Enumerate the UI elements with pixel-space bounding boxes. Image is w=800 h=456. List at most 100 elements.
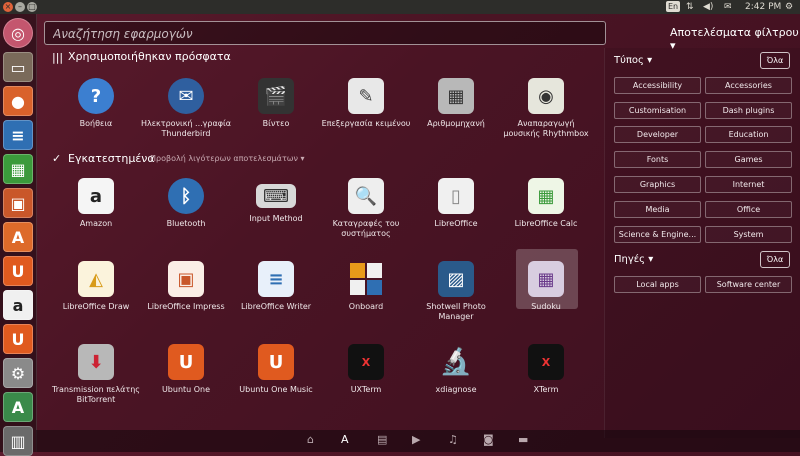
uxterm-icon: X	[348, 344, 384, 380]
impress-icon: ▣	[168, 261, 204, 297]
installed-section-title: Εγκατεστημένα	[68, 152, 155, 165]
installed-section-icon: ✓	[52, 152, 62, 165]
recent-section-title: Χρησιμοποιήθηκαν πρόσφατα	[68, 50, 231, 63]
onboard-icon	[348, 261, 384, 297]
firefox-icon[interactable]: ●	[3, 86, 33, 116]
volume-icon[interactable]: ◀)	[703, 1, 713, 13]
app-amazon[interactable]: a Amazon	[50, 178, 142, 229]
filter-science[interactable]: Science & Engine...	[614, 226, 701, 243]
files-lens-icon[interactable]: ▤	[377, 433, 387, 446]
calculator-icon: ▦	[438, 78, 474, 114]
filter-media[interactable]: Media	[614, 201, 701, 218]
home-lens-icon[interactable]: ⌂	[307, 433, 314, 446]
help-icon: ?	[78, 78, 114, 114]
app-transmission[interactable]: ⬇ Transmission πελάτης BitTorrent	[50, 344, 142, 405]
rhythmbox-icon: ◉	[528, 78, 564, 114]
filter-type-all-button[interactable]: Όλα	[760, 52, 790, 69]
libreoffice-icon: ▯	[438, 178, 474, 214]
filter-system[interactable]: System	[705, 226, 792, 243]
app-xdiagnose[interactable]: 🔬 xdiagnose	[410, 344, 502, 395]
filter-accessibility[interactable]: Accessibility	[614, 77, 701, 94]
app-text-editor[interactable]: ✎ Επεξεργασία κειμένου	[320, 78, 412, 129]
filter-graphics[interactable]: Graphics	[614, 176, 701, 193]
app-video[interactable]: 🎬 Βίντεο	[230, 78, 322, 129]
network-icon[interactable]: ⇅	[686, 1, 694, 13]
software-center-icon[interactable]: A	[3, 222, 33, 252]
filter-education[interactable]: Education	[705, 126, 792, 143]
apps-lens-icon[interactable]: A	[341, 433, 349, 446]
filter-office[interactable]: Office	[705, 201, 792, 218]
filter-type-title[interactable]: Τύπος ▾	[614, 55, 652, 66]
filter-games[interactable]: Games	[705, 151, 792, 168]
app-xterm[interactable]: X XTerm	[500, 344, 592, 395]
minimize-icon[interactable]: –	[15, 2, 25, 12]
app-help[interactable]: ? Βοήθεια	[50, 78, 142, 129]
keyboard-icon: ⌨	[256, 184, 296, 208]
transmission-icon: ⬇	[78, 344, 114, 380]
music-lens-icon[interactable]: ♫	[448, 433, 458, 446]
filter-developer[interactable]: Developer	[614, 126, 701, 143]
clock[interactable]: 2:42 PM	[745, 1, 781, 13]
filter-software-center[interactable]: Software center	[705, 276, 792, 293]
search-input[interactable]	[51, 22, 595, 46]
video-lens-icon[interactable]: ▶	[412, 433, 420, 446]
settings-icon[interactable]: ⚙	[3, 358, 33, 388]
app-shotwell[interactable]: ▨ Shotwell Photo Manager	[410, 261, 502, 322]
microscope-icon: 🔬	[439, 347, 473, 377]
filter-dash-plugins[interactable]: Dash plugins	[705, 102, 792, 119]
app-libreoffice-impress[interactable]: ▣ LibreOffice Impress	[140, 261, 232, 312]
app-thunderbird[interactable]: ✉ Ηλεκτρονική ...γραφία Thunderbird	[140, 78, 232, 139]
app-calculator[interactable]: ▦ Αριθμομηχανή	[410, 78, 502, 129]
photos-lens-icon[interactable]: ◙	[483, 433, 494, 446]
filter-local-apps[interactable]: Local apps	[614, 276, 701, 293]
app-input-method[interactable]: ⌨ Input Method	[230, 178, 322, 224]
ubuntu-one-music-icon[interactable]: U	[3, 324, 33, 354]
filter-accessories[interactable]: Accessories	[705, 77, 792, 94]
app-rhythmbox[interactable]: ◉ Αναπαραγωγή μουσικής Rhythmbox	[500, 78, 592, 139]
ubuntu-one-music-icon: U	[258, 344, 294, 380]
search-box[interactable]	[44, 21, 606, 46]
filter-sources-all-button[interactable]: Όλα	[760, 251, 790, 268]
app-system-log[interactable]: 🔍 Καταγραφές του συστήματος	[320, 178, 412, 239]
thunderbird-icon: ✉	[168, 78, 204, 114]
calc-icon[interactable]: ▦	[3, 154, 33, 184]
amazon-icon[interactable]: a	[3, 290, 33, 320]
filter-fonts[interactable]: Fonts	[614, 151, 701, 168]
top-panel: × – □ En ⇅ ◀) ✉ 2:42 PM ⚙	[0, 0, 800, 14]
keyboard-layout-indicator[interactable]: En	[666, 1, 681, 12]
updates-icon[interactable]: A	[3, 392, 33, 422]
app-bluetooth[interactable]: ᛒ Bluetooth	[140, 178, 232, 229]
onboard-keys-icon	[350, 263, 382, 295]
app-libreoffice-draw[interactable]: ◭ LibreOffice Draw	[50, 261, 142, 312]
shotwell-icon: ▨	[438, 261, 474, 297]
files-icon[interactable]: ▭	[3, 52, 33, 82]
show-fewer-results-link[interactable]: Προβολή λιγότερων αποτελεσμάτων ▾	[150, 154, 305, 163]
app-libreoffice[interactable]: ▯ LibreOffice	[410, 178, 502, 229]
filter-customisation[interactable]: Customisation	[614, 102, 701, 119]
app-onboard[interactable]: Onboard	[320, 261, 412, 312]
writer-icon[interactable]: ≡	[3, 120, 33, 150]
filter-sources-title[interactable]: Πηγές ▾	[614, 254, 653, 265]
launcher: ◎ ▭ ● ≡ ▦ ▣ A U a U ⚙ A ▥	[0, 14, 37, 456]
ubuntu-one-icon[interactable]: U	[3, 256, 33, 286]
session-gear-icon[interactable]: ⚙	[785, 1, 793, 13]
maximize-icon[interactable]: □	[27, 2, 37, 12]
impress-icon[interactable]: ▣	[3, 188, 33, 218]
recent-section-icon: |||	[52, 51, 64, 64]
app-ubuntu-one[interactable]: U Ubuntu One	[140, 344, 232, 395]
close-icon[interactable]: ×	[3, 2, 13, 12]
bluetooth-icon: ᛒ	[168, 178, 204, 214]
app-sudoku[interactable]: ▦ Sudoku	[500, 261, 592, 312]
app-uxterm[interactable]: X UXTerm	[320, 344, 412, 395]
filter-internet[interactable]: Internet	[705, 176, 792, 193]
ubuntu-one-icon: U	[168, 344, 204, 380]
writer-icon: ≡	[258, 261, 294, 297]
dash-home-icon[interactable]: ◎	[3, 18, 33, 48]
app-ubuntu-one-music[interactable]: U Ubuntu One Music	[230, 344, 322, 395]
app-libreoffice-writer[interactable]: ≡ LibreOffice Writer	[230, 261, 322, 312]
app-libreoffice-calc[interactable]: ▦ LibreOffice Calc	[500, 178, 592, 229]
social-lens-icon[interactable]: ▬	[518, 433, 528, 446]
sudoku-icon: ▦	[528, 261, 564, 297]
xterm-icon: X	[528, 344, 564, 380]
mail-icon[interactable]: ✉	[724, 1, 732, 13]
